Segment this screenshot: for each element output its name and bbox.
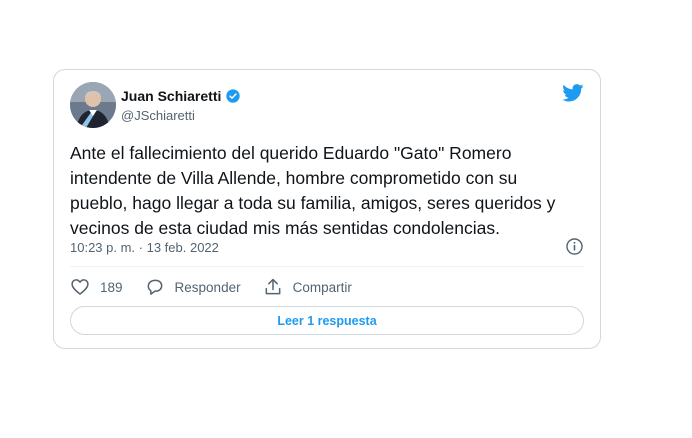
tweet-text: Ante el fallecimiento del querido Eduard… [70, 143, 556, 238]
share-label: Compartir [292, 279, 352, 295]
like-button[interactable]: 189 [70, 277, 123, 297]
heart-icon [71, 279, 89, 295]
verified-icon [226, 89, 241, 103]
like-count: 189 [100, 279, 123, 295]
author-name[interactable]: Juan Schiaretti [121, 88, 221, 104]
tweet-timestamp[interactable]: 10:23 p. m. · 13 feb. 2022 [70, 240, 219, 255]
info-icon[interactable] [565, 237, 584, 256]
twitter-bird-icon[interactable] [562, 84, 584, 102]
share-icon [265, 278, 280, 295]
author-handle[interactable]: @JSchiaretti [121, 108, 195, 123]
reply-icon [147, 279, 162, 295]
read-replies-button[interactable]: Leer 1 respuesta [70, 306, 584, 335]
share-button[interactable]: Compartir [263, 277, 352, 297]
avatar[interactable] [70, 82, 116, 128]
reply-button[interactable]: Responder [145, 277, 241, 297]
divider [70, 266, 584, 267]
tweet-card: Juan Schiaretti @JSchiaretti Ante el fal… [53, 69, 601, 349]
reply-label: Responder [174, 279, 241, 295]
